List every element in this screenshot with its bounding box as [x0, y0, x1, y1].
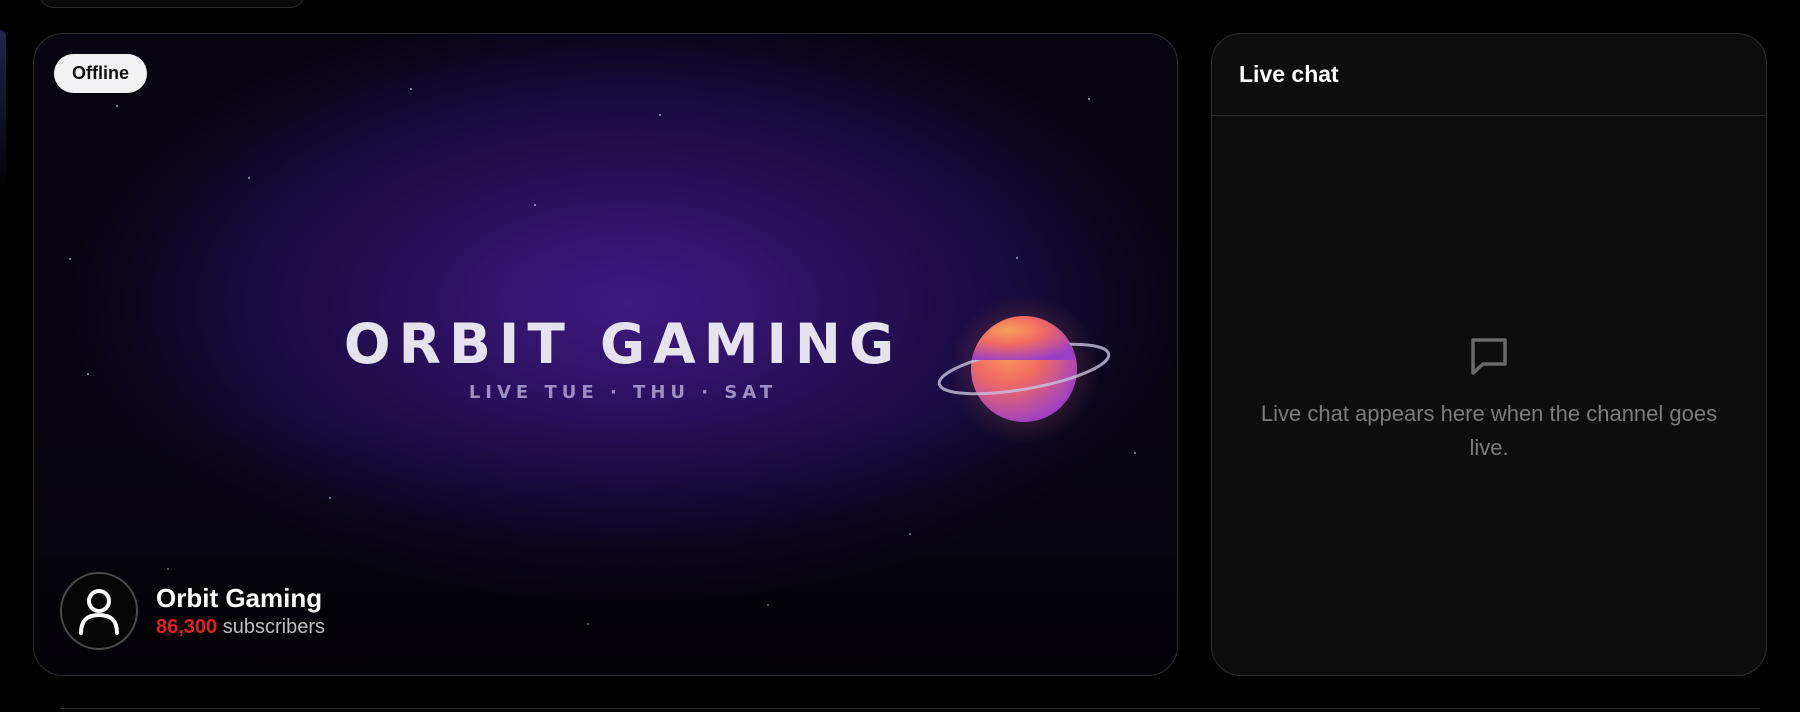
- avatar[interactable]: [60, 572, 138, 650]
- planet-icon: [904, 294, 1114, 444]
- star: [1134, 452, 1136, 454]
- channel-name[interactable]: Orbit Gaming: [156, 582, 325, 614]
- star: [1088, 98, 1090, 100]
- star: [329, 497, 331, 499]
- star: [248, 177, 250, 179]
- star: [587, 623, 589, 625]
- star: [909, 533, 911, 535]
- top-pill[interactable]: [38, 0, 306, 8]
- banner-title-group: ORBIT GAMING LIVE TUE · THU · SAT: [318, 312, 928, 403]
- star: [167, 568, 169, 570]
- channel-info: Orbit Gaming 86,300 subscribers: [60, 572, 325, 650]
- divider: [60, 708, 1760, 709]
- edge-glow: [0, 30, 6, 190]
- banner-schedule: LIVE TUE · THU · SAT: [468, 382, 778, 403]
- star: [767, 604, 769, 606]
- user-icon: [79, 589, 119, 635]
- star: [534, 204, 536, 206]
- chat-header: Live chat: [1212, 34, 1766, 116]
- banner-title: ORBIT GAMING: [343, 312, 903, 376]
- star: [69, 258, 71, 260]
- subscriber-label: subscribers: [222, 616, 325, 638]
- star: [1016, 257, 1018, 259]
- subscriber-line: 86,300 subscribers: [156, 614, 325, 640]
- star: [659, 114, 661, 116]
- channel-banner: Offline ORBIT GAMING LIVE TUE · THU · SA…: [33, 33, 1178, 676]
- chat-title: Live chat: [1239, 61, 1339, 87]
- chat-bubble-icon: [1471, 338, 1507, 375]
- live-chat-panel: Live chat Live chat appears here when th…: [1211, 33, 1767, 676]
- star: [87, 373, 89, 375]
- star: [410, 88, 412, 90]
- chat-empty-state: Live chat appears here when the channel …: [1212, 334, 1766, 465]
- subscriber-count: 86,300: [156, 616, 218, 638]
- star: [116, 105, 118, 107]
- chat-empty-message: Live chat appears here when the channel …: [1260, 401, 1718, 460]
- channel-text: Orbit Gaming 86,300 subscribers: [156, 582, 325, 640]
- status-badge: Offline: [54, 54, 147, 93]
